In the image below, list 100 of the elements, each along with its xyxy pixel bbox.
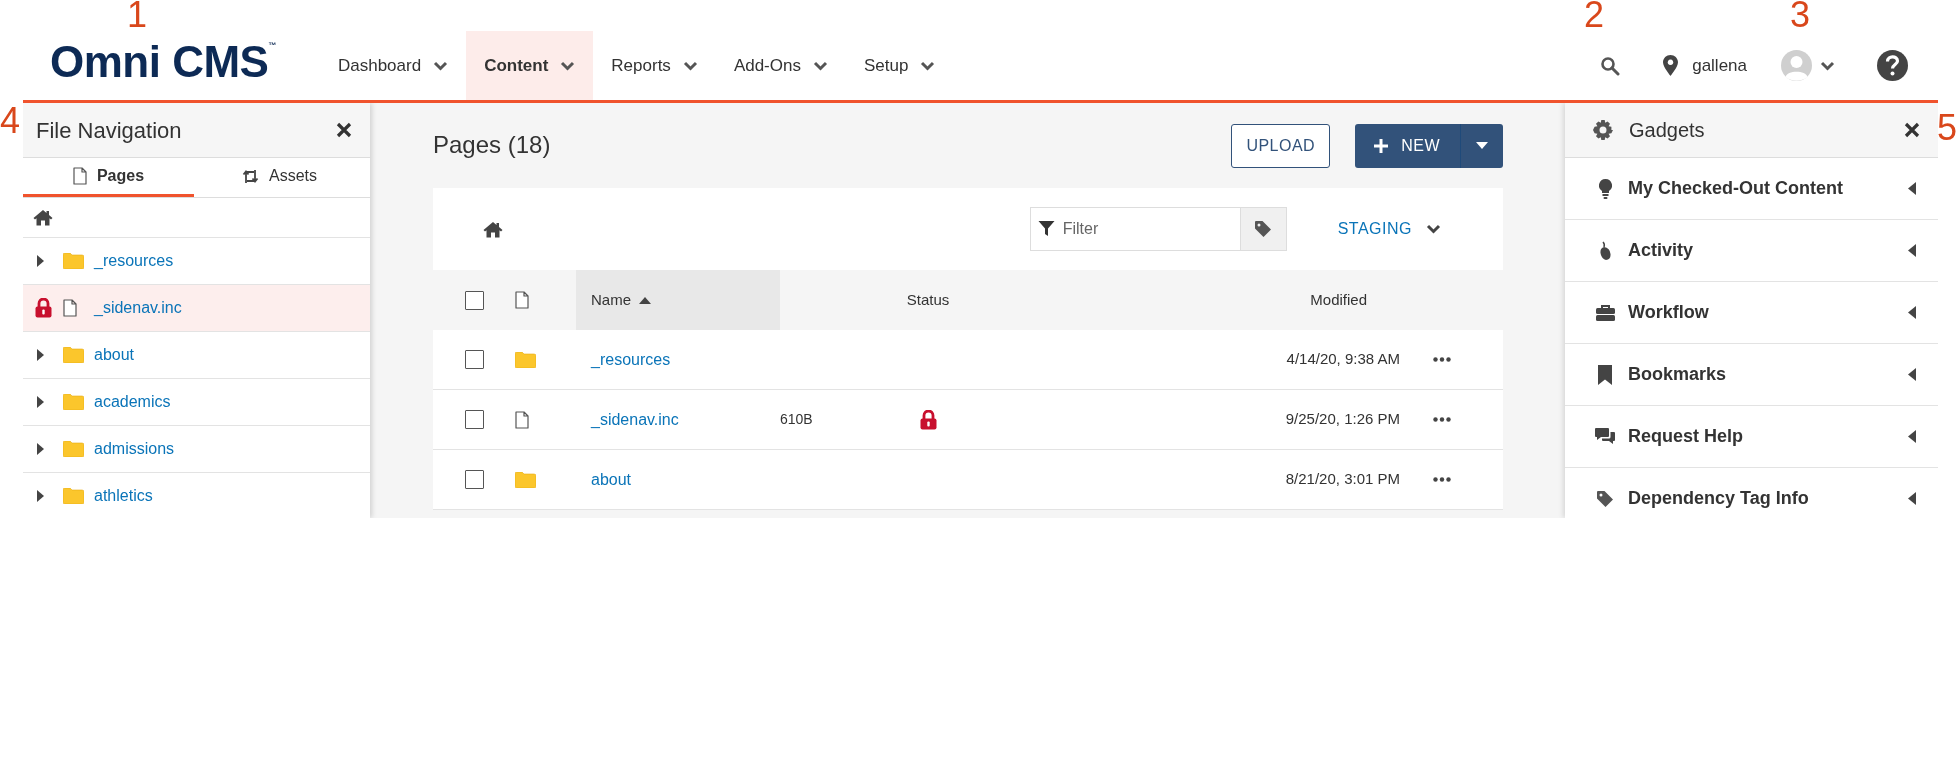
nav-menu-item[interactable]: Reports <box>593 31 716 100</box>
filter-field[interactable]: Filter <box>1029 207 1240 251</box>
modified-date: 9/25/20, 1:26 PM <box>1285 409 1400 430</box>
folder-icon <box>63 347 84 363</box>
more-options-icon[interactable] <box>1433 477 1451 482</box>
caret-left-icon[interactable] <box>1908 492 1916 505</box>
chevron-down-icon <box>560 60 576 71</box>
tree-item[interactable]: admissions <box>23 426 370 473</box>
upload-button[interactable]: UPLOAD <box>1231 123 1331 168</box>
modified-date: 4/14/20, 9:38 AM <box>1286 349 1400 370</box>
logo: Omni CMS$^{™}$ <box>50 40 276 84</box>
chevron-down-icon <box>682 60 698 71</box>
callout-number: 5 <box>1937 110 1958 146</box>
gadget-item[interactable]: Activity <box>1565 220 1938 282</box>
tree-item-link[interactable]: admissions <box>94 437 175 461</box>
checkbox[interactable] <box>464 290 484 310</box>
tree-item[interactable]: _sidenav.inc <box>23 285 370 332</box>
new-dropdown-button[interactable] <box>1461 123 1503 168</box>
column-header[interactable]: Name <box>576 270 780 330</box>
chat-bubbles-icon <box>1595 428 1615 445</box>
tag-icon <box>1596 489 1614 508</box>
column-header: Modified <box>1310 289 1367 310</box>
callout-number: 4 <box>0 103 21 139</box>
callout-number: 3 <box>1790 0 1811 33</box>
more-options-icon[interactable] <box>1433 357 1451 362</box>
folder-icon <box>63 441 84 457</box>
caret-left-icon[interactable] <box>1908 430 1916 443</box>
chevron-down-icon <box>1426 224 1441 234</box>
location-pin-icon <box>1663 55 1679 76</box>
column-header: Status <box>906 289 950 310</box>
caret-left-icon[interactable] <box>1908 368 1916 381</box>
tree-item-link[interactable]: athletics <box>94 484 153 508</box>
gadget-title: Request Help <box>1628 425 1744 448</box>
tag-filter-button[interactable] <box>1239 207 1287 251</box>
caret-left-icon[interactable] <box>1908 244 1916 257</box>
home-icon[interactable] <box>483 220 503 238</box>
chevron-down-icon <box>812 60 828 71</box>
help-icon[interactable] <box>1877 50 1908 81</box>
panel-title: File Navigation <box>36 116 182 145</box>
page-name-link[interactable]: _sidenav.inc <box>591 407 679 432</box>
assets-icon <box>242 168 259 184</box>
caret-right-icon[interactable] <box>37 396 44 408</box>
gadget-title: My Checked-Out Content <box>1628 177 1843 200</box>
caret-left-icon[interactable] <box>1908 182 1916 195</box>
gadget-title: Bookmarks <box>1628 363 1727 386</box>
gadget-item[interactable]: Bookmarks <box>1565 344 1938 406</box>
folder-icon <box>515 351 536 368</box>
checkbox[interactable] <box>464 410 484 429</box>
user-location-link[interactable]: gallena <box>1692 52 1747 79</box>
tree-item-link[interactable]: academics <box>94 390 171 414</box>
nav-menu-item[interactable]: Dashboard <box>319 31 467 100</box>
new-button[interactable]: NEW <box>1355 123 1461 168</box>
tree-item-link[interactable]: _sidenav.inc <box>94 296 182 320</box>
file-size: 610B <box>780 410 813 429</box>
more-options-icon[interactable] <box>1433 417 1451 422</box>
panel-tab[interactable]: Pages <box>23 158 194 197</box>
gadget-item[interactable]: Workflow <box>1565 282 1938 344</box>
gadget-item[interactable]: Request Help <box>1565 406 1938 468</box>
tree-item[interactable]: academics <box>23 379 370 426</box>
checkbox[interactable] <box>464 350 484 369</box>
caret-down-icon <box>1476 142 1488 149</box>
page-icon <box>72 167 87 185</box>
nav-menu-item[interactable]: Content <box>466 31 594 100</box>
gadget-item[interactable]: My Checked-Out Content <box>1565 158 1938 220</box>
nav-menu-item[interactable]: Add-Ons <box>715 31 846 100</box>
close-icon[interactable] <box>1904 122 1920 138</box>
caret-right-icon[interactable] <box>37 443 44 455</box>
tree-item-link[interactable]: about <box>94 343 135 367</box>
page-name-link[interactable]: about <box>591 467 632 492</box>
environment-dropdown[interactable]: STAGING <box>1337 217 1441 241</box>
caret-right-icon[interactable] <box>37 349 44 361</box>
home-icon[interactable] <box>33 209 53 226</box>
tree-item-link[interactable]: _resources <box>94 249 174 273</box>
folder-icon <box>63 488 84 504</box>
search-icon[interactable] <box>1600 55 1621 76</box>
caret-left-icon[interactable] <box>1908 306 1916 319</box>
chevron-down-icon <box>433 60 449 71</box>
panel-tab[interactable]: Assets <box>194 158 365 197</box>
file-icon <box>63 299 77 317</box>
file-icon <box>515 410 529 429</box>
gear-icon[interactable] <box>1593 120 1613 140</box>
briefcase-icon <box>1595 304 1615 321</box>
checkbox[interactable] <box>464 470 484 489</box>
gadget-item[interactable]: Dependency Tag Info <box>1565 468 1938 518</box>
modified-date: 8/21/20, 3:01 PM <box>1285 469 1400 490</box>
chevron-down-icon <box>920 60 936 71</box>
nav-menu-item[interactable]: Setup <box>845 31 954 100</box>
panel-title: Gadgets <box>1629 118 1705 143</box>
tree-item[interactable]: about <box>23 332 370 379</box>
chevron-down-icon <box>1820 60 1835 71</box>
caret-right-icon[interactable] <box>37 490 44 502</box>
lightbulb-icon <box>1598 178 1612 199</box>
plus-icon <box>1373 137 1390 154</box>
callout-number: 1 <box>127 0 148 33</box>
filter-icon <box>1037 220 1055 237</box>
page-name-link[interactable]: _resources <box>591 347 671 372</box>
mouse-icon <box>1598 240 1612 261</box>
callout-number: 2 <box>1584 0 1605 33</box>
caret-right-icon[interactable] <box>37 255 44 267</box>
close-icon[interactable] <box>336 122 352 138</box>
